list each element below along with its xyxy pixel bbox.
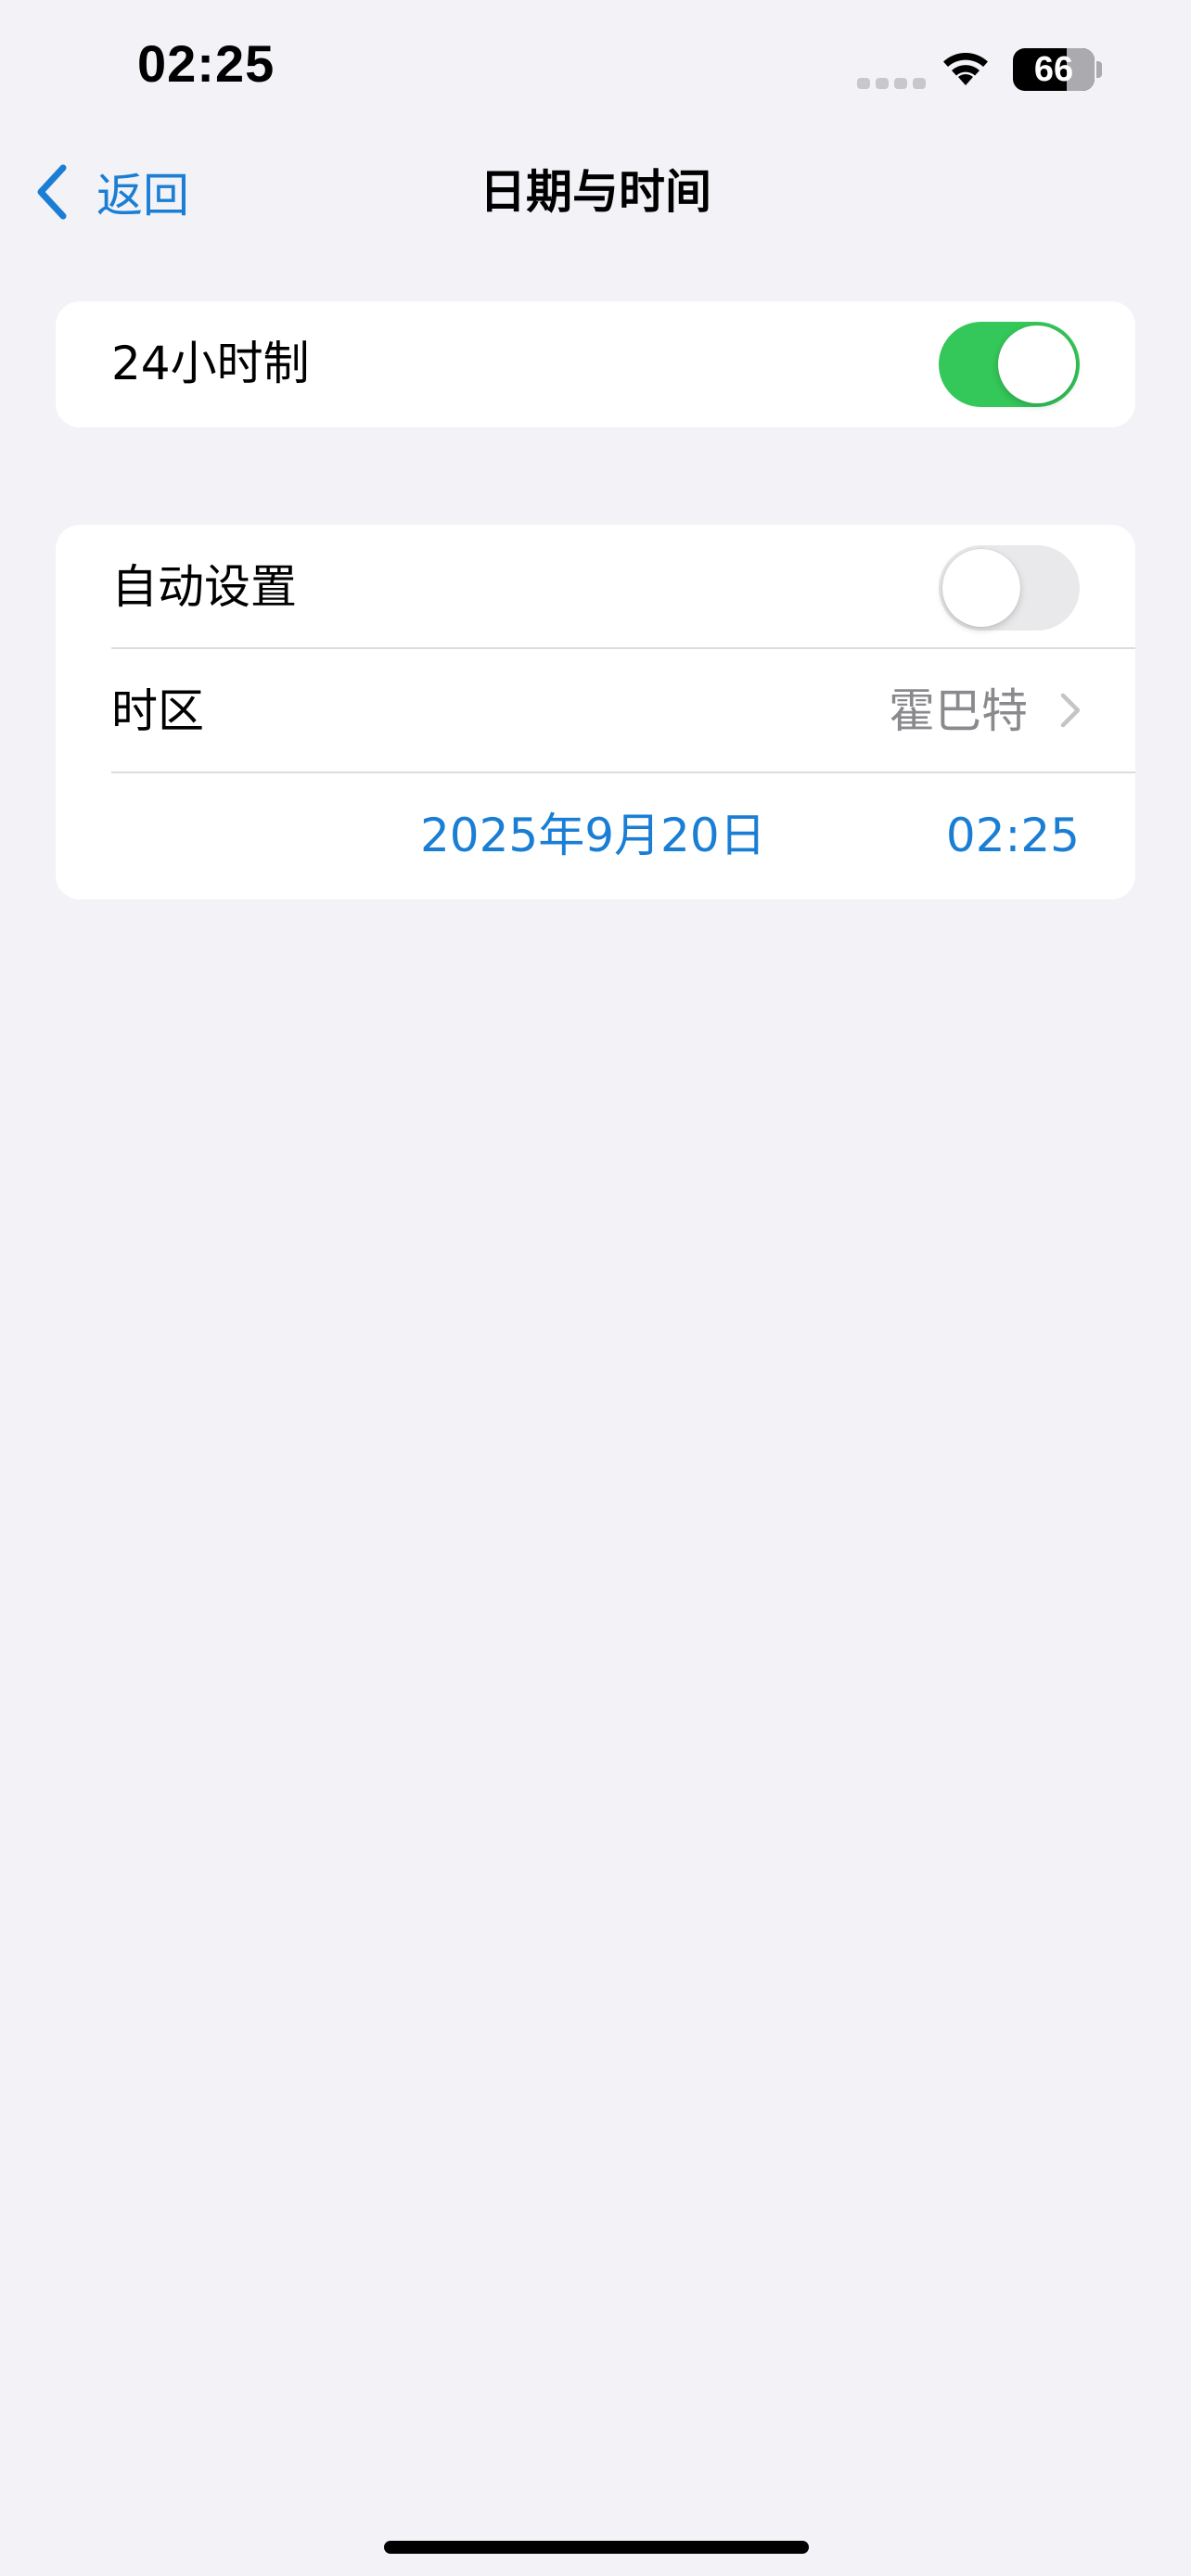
toggle-knob (942, 549, 1020, 627)
time-button[interactable]: 02:25 (946, 773, 1080, 898)
hour24-row: 24小时制 (56, 301, 1135, 426)
wifi-icon (943, 52, 988, 85)
status-bar: 02:25 66 (0, 0, 1191, 139)
hour24-toggle[interactable] (939, 322, 1080, 407)
datetime-group: 自动设置 时区 霍巴特 2025年9月20日 02:25 (56, 525, 1135, 899)
date-button[interactable]: 2025年9月20日 (420, 773, 766, 898)
timezone-label: 时区 (111, 684, 204, 738)
toggle-knob (998, 325, 1076, 403)
auto-set-row: 自动设置 (56, 525, 1135, 649)
datetime-row: 2025年9月20日 02:25 (56, 773, 1135, 898)
auto-set-label: 自动设置 (111, 560, 297, 614)
hour24-group: 24小时制 (56, 301, 1135, 427)
status-time: 02:25 (137, 34, 275, 93)
battery-level: 66 (1033, 50, 1074, 89)
battery-nub (1096, 61, 1102, 78)
timezone-value: 霍巴特 (889, 684, 1028, 738)
back-button[interactable]: 返回 (33, 159, 189, 224)
chevron-left-icon (37, 164, 67, 220)
timezone-row[interactable]: 时区 霍巴特 (56, 649, 1135, 773)
home-indicator[interactable] (384, 2541, 809, 2554)
hour24-label: 24小时制 (111, 337, 310, 390)
battery-icon: 66 (1013, 48, 1095, 91)
chevron-right-icon (1060, 693, 1081, 728)
auto-set-toggle[interactable] (939, 545, 1080, 631)
back-button-label: 返回 (96, 169, 189, 223)
no-signal-dots-icon (857, 78, 926, 89)
